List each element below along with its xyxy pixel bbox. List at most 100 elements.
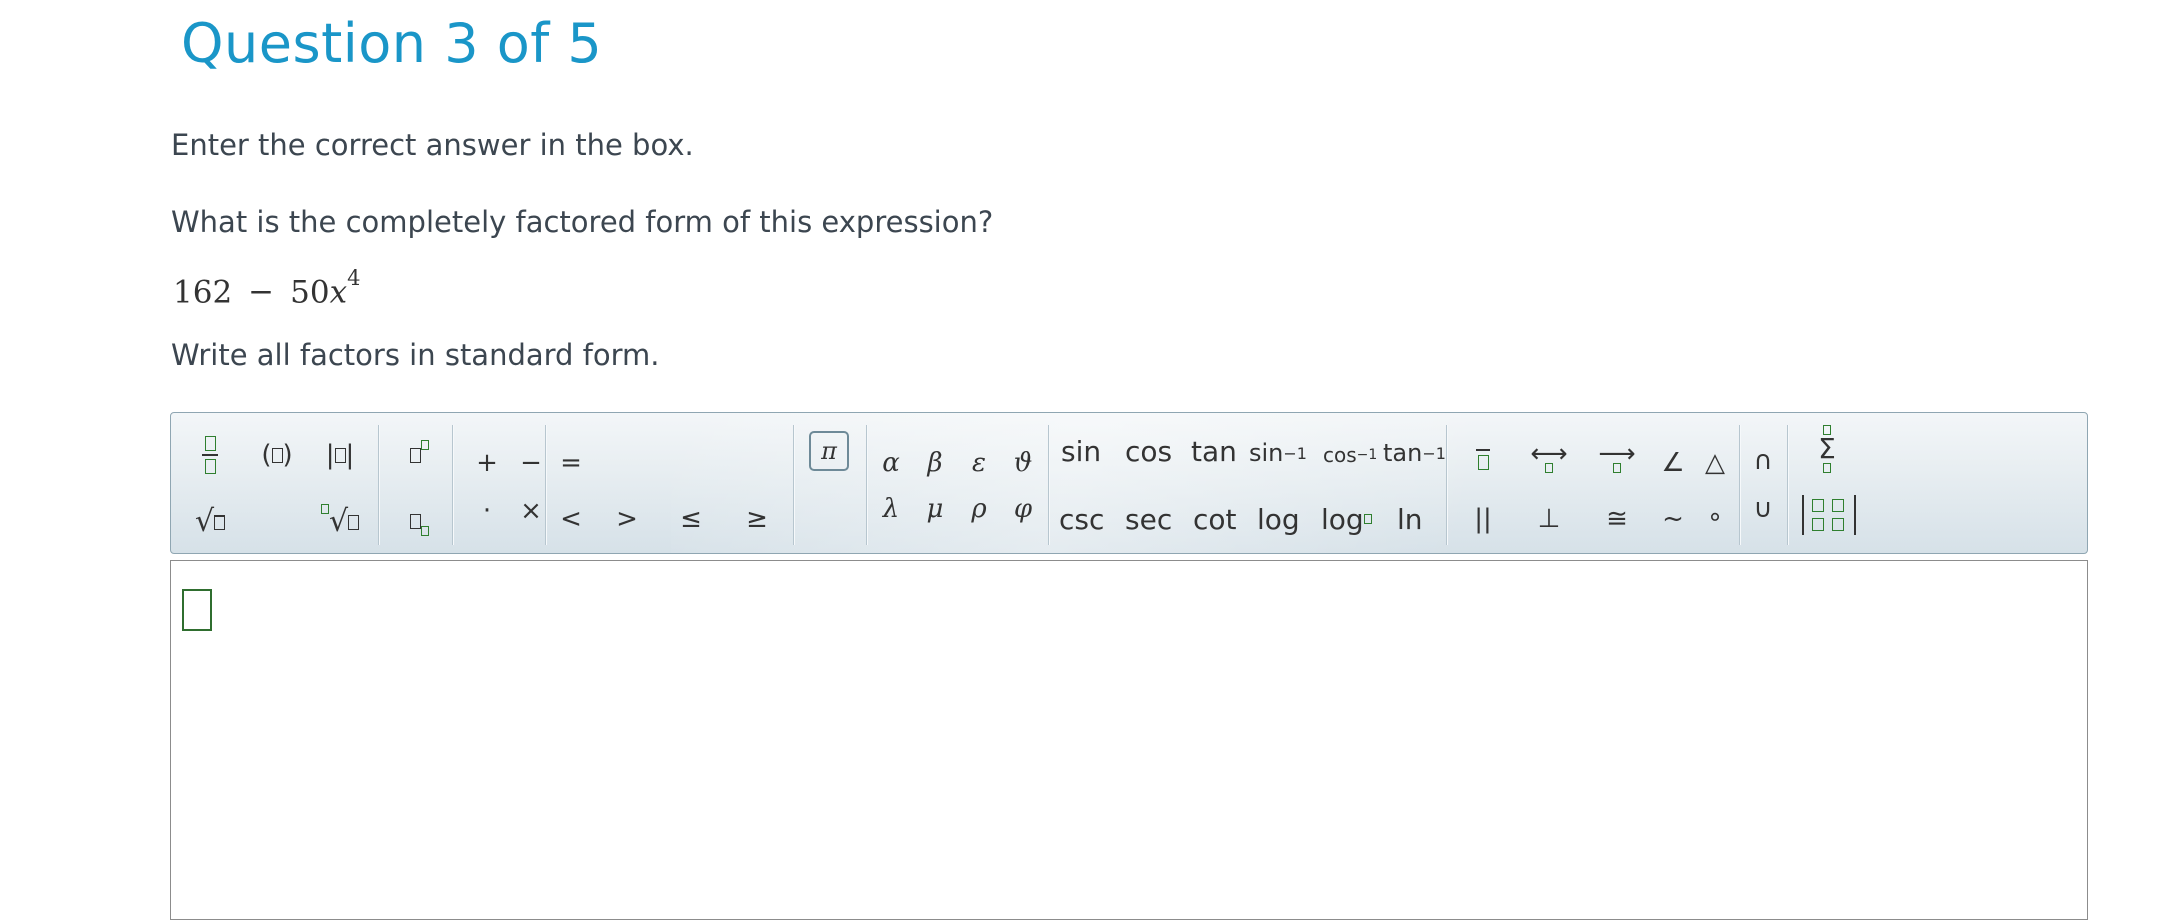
line-button[interactable]: ⟷ — [1523, 433, 1575, 485]
tan-button[interactable]: tan — [1187, 425, 1241, 477]
phi-button[interactable]: φ — [997, 483, 1049, 535]
arccos-label: cos — [1323, 443, 1357, 467]
square-root-icon: √ — [195, 504, 226, 539]
intersection-button[interactable]: ∩ — [1737, 435, 1789, 487]
triangle-button[interactable]: △ — [1689, 437, 1741, 489]
arcsin-label: sin — [1249, 439, 1284, 467]
pi-icon: π — [809, 431, 849, 471]
perpendicular-icon: ⊥ — [1537, 504, 1561, 534]
theta-button[interactable]: ϑ — [997, 437, 1049, 489]
overline-button[interactable] — [1457, 433, 1509, 485]
arcsin-button[interactable]: sin −1 — [1245, 427, 1311, 479]
ray-button[interactable]: ⟶ — [1591, 433, 1643, 485]
expression-exponent: 4 — [347, 266, 361, 290]
expression-operator: − — [248, 274, 275, 311]
triangle-icon: △ — [1705, 448, 1725, 478]
parallel-icon: || — [1474, 504, 1492, 534]
log-base-button[interactable]: log — [1317, 493, 1376, 545]
arctan-button[interactable]: tan −1 — [1379, 427, 1450, 479]
perpendicular-button[interactable]: ⊥ — [1523, 493, 1575, 545]
log-label: log — [1257, 502, 1300, 536]
cot-label: cot — [1193, 502, 1237, 536]
subscript-button[interactable] — [393, 495, 445, 547]
union-button[interactable]: ∪ — [1737, 483, 1789, 535]
alpha-icon: α — [882, 448, 900, 478]
ln-button[interactable]: ln — [1393, 493, 1427, 545]
instruction-text: Enter the correct answer in the box. — [171, 128, 694, 162]
inverse-label: −1 — [1422, 443, 1446, 463]
fraction-icon — [202, 436, 218, 474]
less-equal-icon: ≤ — [680, 504, 702, 534]
epsilon-icon: ε — [972, 448, 986, 478]
expression-constant: 162 — [173, 274, 233, 311]
lambda-icon: λ — [882, 494, 900, 524]
greater-than-icon: > — [616, 504, 638, 534]
angle-icon: ∠ — [1661, 448, 1685, 478]
arccos-button[interactable]: cos −1 — [1319, 429, 1381, 481]
standard-form-note: Write all factors in standard form. — [171, 338, 660, 372]
toolbar-separator — [793, 425, 795, 545]
equals-icon: = — [560, 448, 582, 478]
cos-label: cos — [1125, 434, 1173, 468]
expression-variable: x — [329, 274, 348, 311]
toolbar-separator — [452, 425, 454, 545]
csc-button[interactable]: csc — [1055, 493, 1108, 545]
sin-button[interactable]: sin — [1057, 425, 1105, 477]
dot-icon: · — [482, 496, 492, 526]
mu-icon: μ — [926, 494, 944, 524]
question-prompt: What is the completely factored form of … — [171, 205, 994, 239]
cot-button[interactable]: cot — [1189, 493, 1241, 545]
congruent-icon: ≅ — [1606, 504, 1628, 534]
intersection-icon: ∩ — [1753, 446, 1773, 476]
equals-button[interactable]: = — [545, 437, 597, 489]
fraction-button[interactable] — [184, 429, 236, 481]
sin-label: sin — [1061, 434, 1102, 468]
absolute-value-button[interactable]: | | — [314, 429, 366, 481]
cos-button[interactable]: cos — [1121, 425, 1176, 477]
arctan-label: tan — [1383, 439, 1423, 467]
degree-icon: ∘ — [1706, 502, 1724, 532]
math-expression: 162−50x4 — [173, 266, 360, 311]
greater-equal-button[interactable]: ≥ — [731, 493, 783, 545]
ln-label: ln — [1397, 502, 1423, 536]
greater-equal-icon: ≥ — [746, 504, 768, 534]
matrix-icon — [1802, 495, 1856, 535]
overline-icon — [1476, 448, 1490, 470]
sum-button[interactable]: Σ — [1801, 423, 1853, 475]
sec-label: sec — [1125, 502, 1173, 536]
nth-root-button[interactable]: √ — [314, 495, 366, 547]
answer-input[interactable] — [170, 560, 2088, 920]
input-placeholder-box[interactable] — [182, 589, 212, 631]
parallel-button[interactable]: || — [1457, 493, 1509, 545]
rho-icon: ρ — [971, 494, 987, 524]
inverse-label: −1 — [1283, 443, 1307, 463]
less-than-icon: < — [560, 504, 582, 534]
pi-button[interactable]: π — [803, 425, 855, 477]
log-button[interactable]: log — [1253, 493, 1304, 545]
nth-root-icon: √ — [320, 503, 360, 539]
sec-button[interactable]: sec — [1121, 493, 1176, 545]
degree-button[interactable]: ∘ — [1689, 491, 1741, 543]
csc-label: csc — [1059, 502, 1105, 536]
subscript-icon — [409, 506, 429, 536]
times-icon: × — [520, 496, 542, 526]
line-icon: ⟷ — [1530, 441, 1568, 473]
similar-icon: ~ — [1662, 504, 1684, 534]
toolbar-separator — [378, 425, 380, 545]
square-root-button[interactable]: √ — [184, 495, 236, 547]
absolute-value-icon: | | — [325, 440, 355, 470]
minus-icon: − — [520, 448, 542, 478]
beta-icon: β — [927, 448, 943, 478]
toolbar-separator — [1446, 425, 1448, 545]
superscript-icon — [409, 440, 429, 470]
parentheses-button[interactable]: () — [251, 429, 303, 481]
less-than-button[interactable]: < — [545, 493, 597, 545]
greater-than-button[interactable]: > — [601, 493, 653, 545]
superscript-button[interactable] — [393, 429, 445, 481]
congruent-button[interactable]: ≅ — [1591, 493, 1643, 545]
theta-icon: ϑ — [1013, 448, 1033, 478]
matrix-button[interactable] — [1799, 489, 1859, 541]
log-base-placeholder — [1363, 514, 1372, 524]
less-equal-button[interactable]: ≤ — [665, 493, 717, 545]
phi-icon: φ — [1013, 494, 1033, 524]
